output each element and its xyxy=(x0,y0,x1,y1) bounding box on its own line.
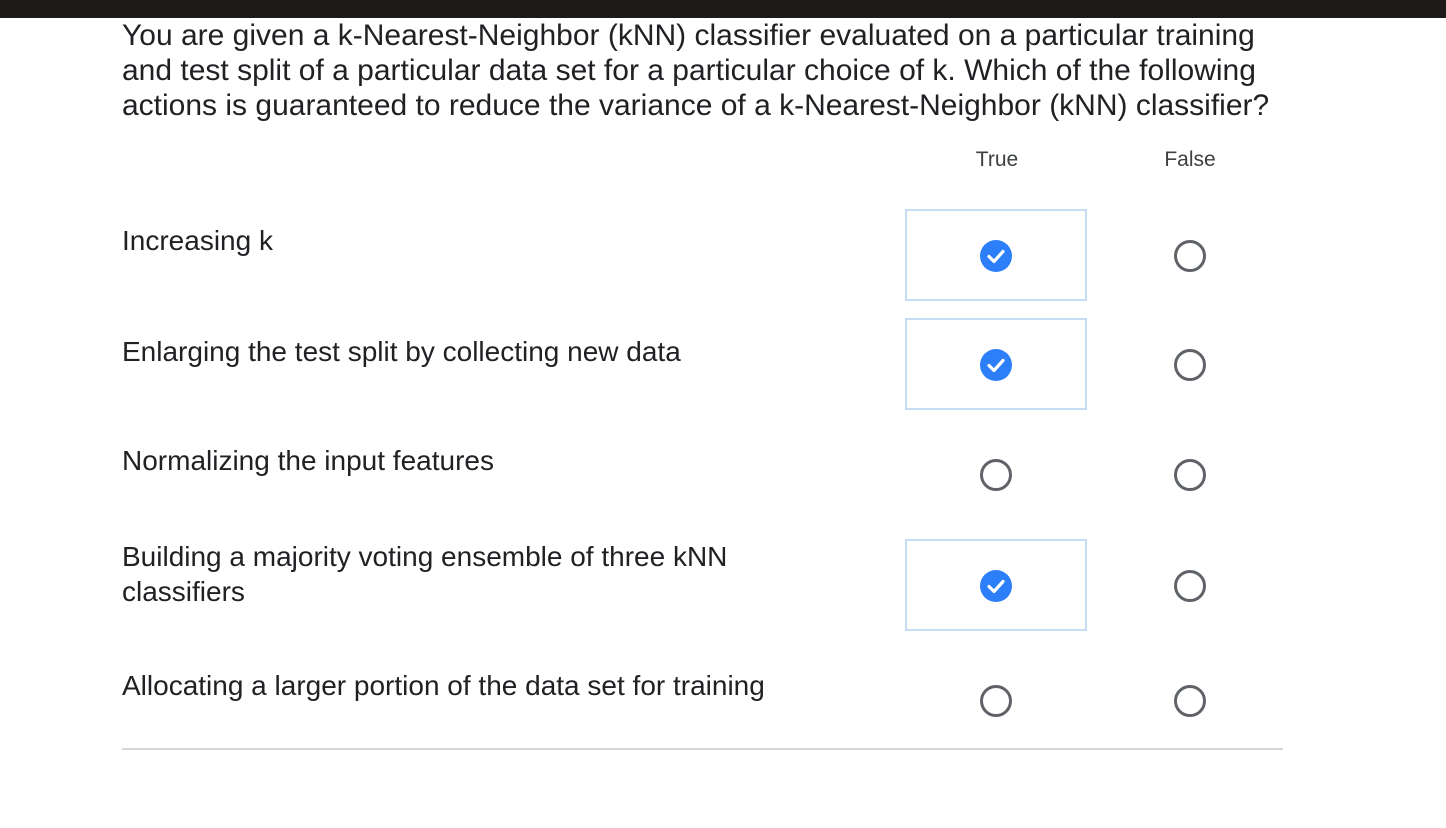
question-line-1: You are given a k-Nearest-Neighbor (kNN)… xyxy=(122,19,1255,52)
row-label-line: Allocating a larger portion of the data … xyxy=(122,670,765,701)
empty-radio-icon[interactable] xyxy=(1174,570,1206,602)
column-header-false: False xyxy=(1164,148,1216,171)
top-bar xyxy=(0,0,1446,18)
row-label-line: classifiers xyxy=(122,576,245,607)
row-label-increasing-k: Increasing k xyxy=(122,223,822,258)
empty-radio-icon[interactable] xyxy=(980,685,1012,717)
question-line-2: and test split of a particular data set … xyxy=(122,54,1256,87)
empty-radio-icon[interactable] xyxy=(1174,349,1206,381)
row-label-line: Normalizing the input features xyxy=(122,445,494,476)
row-label-enlarging-test-split: Enlarging the test split by collecting n… xyxy=(122,334,822,369)
row-label-line: Increasing k xyxy=(122,225,273,256)
check-circle-icon[interactable] xyxy=(980,240,1012,272)
empty-radio-icon[interactable] xyxy=(1174,459,1206,491)
check-circle-icon[interactable] xyxy=(980,570,1012,602)
row-label-ensemble: Building a majority voting ensemble of t… xyxy=(122,539,822,609)
row-label-line: Building a majority voting ensemble of t… xyxy=(122,541,728,572)
row-label-larger-training-portion: Allocating a larger portion of the data … xyxy=(122,668,822,703)
column-header-true: True xyxy=(975,148,1019,171)
row-label-line: Enlarging the test split by collecting n… xyxy=(122,336,681,367)
question-text: You are given a k-Nearest-Neighbor (kNN)… xyxy=(122,18,1302,123)
question-line-3: actions is guaranteed to reduce the vari… xyxy=(122,89,1270,122)
empty-radio-icon[interactable] xyxy=(1174,685,1206,717)
empty-radio-icon[interactable] xyxy=(1174,240,1206,272)
divider xyxy=(122,748,1283,750)
check-circle-icon[interactable] xyxy=(980,349,1012,381)
row-label-normalizing-features: Normalizing the input features xyxy=(122,443,822,478)
empty-radio-icon[interactable] xyxy=(980,459,1012,491)
